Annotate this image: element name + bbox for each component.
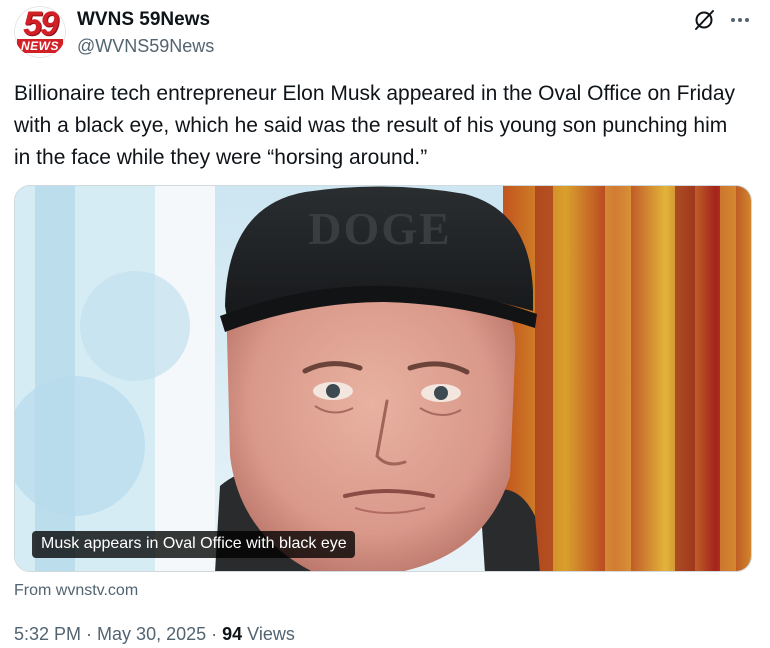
cap-logo-text: DOGE — [308, 203, 451, 254]
photo-illustration: DOGE — [15, 186, 751, 571]
tweet-meta: 5:32 PM · May 30, 2025 · 94 Views — [14, 622, 295, 646]
more-horizontal-icon — [731, 18, 749, 22]
account-name[interactable]: WVNS 59News — [77, 8, 210, 32]
avatar-logo-number: 59 — [23, 6, 59, 43]
account-handle[interactable]: @WVNS59News — [77, 35, 214, 57]
views-label: Views — [242, 624, 295, 644]
avatar-logo-news: NEWS — [17, 39, 63, 53]
grok-slash-icon — [695, 10, 714, 30]
media-caption: Musk appears in Oval Office with black e… — [32, 531, 355, 558]
tweet-date[interactable]: May 30, 2025 — [97, 624, 206, 644]
tweet-text: Billionaire tech entrepreneur Elon Musk … — [14, 82, 736, 169]
separator: · — [81, 624, 98, 644]
more-button[interactable] — [726, 6, 754, 34]
separator: · — [206, 624, 223, 644]
media-image[interactable]: DOGE Musk appears in Oval Office with bl… — [14, 185, 752, 572]
grok-button[interactable] — [690, 6, 718, 34]
views-count: 94 — [222, 624, 243, 644]
avatar[interactable]: 59 NEWS — [14, 6, 66, 58]
tweet: 59 NEWS WVNS 59News @WVNS59News Billiona… — [0, 0, 770, 648]
link-source[interactable]: From wvnstv.com — [14, 581, 138, 601]
tweet-time[interactable]: 5:32 PM — [14, 624, 81, 644]
